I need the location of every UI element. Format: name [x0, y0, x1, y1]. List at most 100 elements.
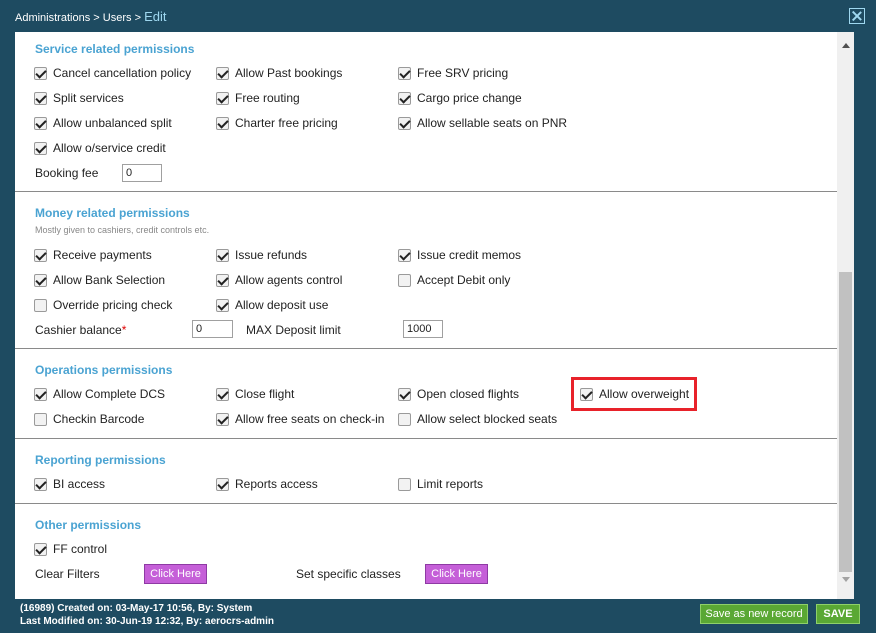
- checkbox-icon[interactable]: [34, 298, 47, 312]
- checkbox-bi-access[interactable]: BI access: [34, 476, 105, 492]
- checkbox-label: Issue refunds: [235, 248, 308, 262]
- checkbox-icon[interactable]: [216, 91, 229, 105]
- set-classes-label: Set specific classes: [296, 567, 401, 581]
- checkbox-icon[interactable]: [398, 273, 411, 287]
- section-divider: [15, 503, 837, 504]
- checkbox-reports-access[interactable]: Reports access: [216, 476, 318, 492]
- checkbox-accept-debit-only[interactable]: Accept Debit only: [398, 272, 510, 288]
- checkbox-allow-bank-selection[interactable]: Allow Bank Selection: [34, 272, 165, 288]
- checkbox-icon[interactable]: [34, 248, 47, 262]
- checkbox-open-closed-flights[interactable]: Open closed flights: [398, 386, 519, 402]
- reporting-section-title: Reporting permissions: [35, 453, 166, 467]
- checkbox-icon[interactable]: [34, 116, 47, 130]
- checkbox-icon[interactable]: [34, 91, 47, 105]
- checkbox-free-routing[interactable]: Free routing: [216, 90, 300, 106]
- booking-fee-input[interactable]: [122, 164, 162, 182]
- checkbox-issue-refunds[interactable]: Issue refunds: [216, 247, 307, 263]
- checkbox-label: Override pricing check: [53, 298, 173, 312]
- checkbox-icon[interactable]: [398, 91, 411, 105]
- checkbox-label: BI access: [53, 477, 106, 491]
- checkbox-icon[interactable]: [34, 387, 47, 401]
- checkbox-icon[interactable]: [398, 66, 411, 80]
- checkbox-label: Allow free seats on check-in: [235, 412, 385, 426]
- checkbox-icon[interactable]: [34, 412, 47, 426]
- scroll-up-arrow-icon[interactable]: [842, 43, 850, 48]
- checkbox-label: Checkin Barcode: [53, 412, 145, 426]
- checkbox-free-srv-pricing[interactable]: Free SRV pricing: [398, 65, 508, 81]
- checkbox-icon[interactable]: [34, 141, 47, 155]
- required-mark: *: [121, 323, 127, 337]
- checkbox-allow-select-blocked-seats[interactable]: Allow select blocked seats: [398, 411, 557, 427]
- checkbox-label: Allow select blocked seats: [417, 412, 558, 426]
- permissions-panel: Service related permissions Cancel cance…: [15, 32, 837, 599]
- checkbox-allow-complete-dcs[interactable]: Allow Complete DCS: [34, 386, 165, 402]
- checkbox-allow-oservice-credit[interactable]: Allow o/service credit: [34, 140, 166, 156]
- checkbox-allow-deposit-use[interactable]: Allow deposit use: [216, 297, 328, 313]
- checkbox-icon[interactable]: [34, 542, 47, 556]
- checkbox-icon[interactable]: [34, 66, 47, 80]
- clear-filters-button[interactable]: Click Here: [144, 564, 207, 584]
- highlight-box: [571, 377, 697, 411]
- close-icon[interactable]: [849, 8, 865, 24]
- checkbox-allow-past-bookings[interactable]: Allow Past bookings: [216, 65, 342, 81]
- breadcrumb-users[interactable]: Users: [103, 12, 132, 24]
- breadcrumb-administrations[interactable]: Administrations: [15, 12, 90, 24]
- save-as-new-button[interactable]: Save as new record: [700, 604, 808, 624]
- checkbox-allow-agents-control[interactable]: Allow agents control: [216, 272, 342, 288]
- checkbox-checkin-barcode[interactable]: Checkin Barcode: [34, 411, 144, 427]
- checkbox-icon[interactable]: [34, 477, 47, 491]
- scroll-down-arrow-icon[interactable]: [842, 577, 850, 582]
- checkbox-allow-unbalanced-split[interactable]: Allow unbalanced split: [34, 115, 172, 131]
- checkbox-cancel-cancellation-policy[interactable]: Cancel cancellation policy: [34, 65, 191, 81]
- clear-filters-label: Clear Filters: [35, 567, 100, 581]
- vertical-scrollbar[interactable]: [837, 32, 854, 599]
- checkbox-icon[interactable]: [34, 273, 47, 287]
- checkbox-allow-free-seats[interactable]: Allow free seats on check-in: [216, 411, 384, 427]
- checkbox-icon[interactable]: [216, 477, 229, 491]
- max-deposit-label: MAX Deposit limit: [246, 323, 341, 337]
- checkbox-label: Cancel cancellation policy: [53, 66, 192, 80]
- checkbox-close-flight[interactable]: Close flight: [216, 386, 294, 402]
- cashier-balance-text: Cashier balance: [35, 323, 122, 337]
- checkbox-issue-credit-memos[interactable]: Issue credit memos: [398, 247, 521, 263]
- checkbox-icon[interactable]: [398, 387, 411, 401]
- checkbox-label: Free routing: [235, 91, 300, 105]
- checkbox-limit-reports[interactable]: Limit reports: [398, 476, 483, 492]
- checkbox-label: Split services: [53, 91, 124, 105]
- checkbox-override-pricing-check[interactable]: Override pricing check: [34, 297, 172, 313]
- checkbox-label: Issue credit memos: [417, 248, 522, 262]
- checkbox-label: Allow agents control: [235, 273, 343, 287]
- checkbox-icon[interactable]: [398, 412, 411, 426]
- checkbox-icon[interactable]: [398, 477, 411, 491]
- checkbox-icon[interactable]: [216, 387, 229, 401]
- checkbox-ff-control[interactable]: FF control: [34, 541, 107, 557]
- checkbox-label: Cargo price change: [417, 91, 522, 105]
- checkbox-label: Accept Debit only: [417, 273, 511, 287]
- checkbox-icon[interactable]: [216, 412, 229, 426]
- checkbox-receive-payments[interactable]: Receive payments: [34, 247, 152, 263]
- set-classes-button[interactable]: Click Here: [425, 564, 488, 584]
- service-section-title: Service related permissions: [35, 42, 195, 56]
- money-section-title: Money related permissions: [35, 206, 190, 220]
- checkbox-allow-sellable-seats[interactable]: Allow sellable seats on PNR: [398, 115, 567, 131]
- dialog-titlebar: Administrations > Users > Edit: [0, 0, 876, 32]
- checkbox-label: Close flight: [235, 387, 295, 401]
- checkbox-icon[interactable]: [216, 248, 229, 262]
- cashier-balance-input[interactable]: [192, 320, 233, 338]
- checkbox-split-services[interactable]: Split services: [34, 90, 124, 106]
- max-deposit-input[interactable]: [403, 320, 443, 338]
- money-section-subtitle: Mostly given to cashiers, credit control…: [35, 225, 210, 235]
- checkbox-label: Receive payments: [53, 248, 152, 262]
- cashier-balance-label: Cashier balance*: [35, 323, 126, 337]
- breadcrumb-current: Edit: [144, 9, 167, 24]
- checkbox-icon[interactable]: [216, 116, 229, 130]
- save-button[interactable]: SAVE: [816, 604, 860, 624]
- checkbox-icon[interactable]: [398, 116, 411, 130]
- checkbox-charter-free-pricing[interactable]: Charter free pricing: [216, 115, 338, 131]
- checkbox-icon[interactable]: [398, 248, 411, 262]
- checkbox-cargo-price-change[interactable]: Cargo price change: [398, 90, 522, 106]
- checkbox-icon[interactable]: [216, 298, 229, 312]
- checkbox-icon[interactable]: [216, 66, 229, 80]
- checkbox-icon[interactable]: [216, 273, 229, 287]
- scrollbar-thumb[interactable]: [839, 272, 852, 572]
